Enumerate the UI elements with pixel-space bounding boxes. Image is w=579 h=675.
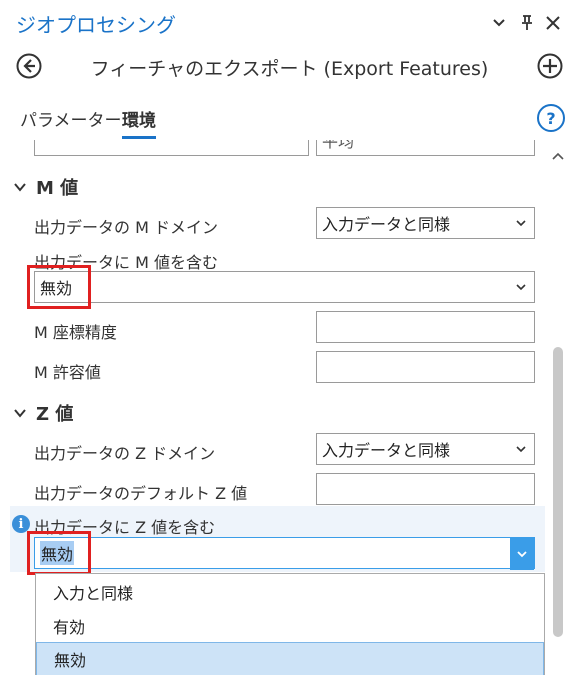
m-domain-label: 出力データの M ドメイン: [34, 218, 218, 237]
pane-titlebar: ジオプロセシング: [0, 0, 579, 44]
dropdown-option-disabled[interactable]: 無効: [36, 642, 544, 675]
m-tolerance-input[interactable]: [316, 351, 535, 383]
collapse-chevron-icon: [14, 409, 26, 418]
z-section-header[interactable]: Z 値: [14, 400, 73, 426]
m-domain-select[interactable]: 入力データと同様: [316, 207, 535, 239]
partial-field-right[interactable]: 平均: [316, 140, 535, 156]
scrollbar[interactable]: [548, 140, 568, 675]
dropdown-arrow-icon: [517, 551, 527, 558]
z-include-dropdown-list: 入力と同様 有効 無効: [35, 573, 545, 675]
partial-field-text: 平均: [322, 140, 355, 151]
dropdown-option-enabled[interactable]: 有効: [36, 609, 544, 643]
dropdown-option-same-as-input[interactable]: 入力と同様: [36, 575, 544, 609]
menu-chevron-icon[interactable]: [488, 12, 510, 34]
tool-header: フィーチャのエクスポート (Export Features): [0, 48, 579, 88]
m-resolution-input[interactable]: [316, 311, 535, 343]
dropdown-arrow-icon: [516, 284, 526, 291]
collapse-chevron-icon: [14, 183, 26, 192]
z-domain-select[interactable]: 入力データと同様: [316, 433, 535, 465]
m-include-select[interactable]: 無効: [34, 271, 535, 303]
scroll-thumb[interactable]: [553, 347, 563, 637]
dropdown-arrow-icon: [516, 220, 526, 227]
m-section-header[interactable]: M 値: [14, 174, 78, 200]
tab-bar: パラメーター 環境 ?: [0, 100, 579, 140]
environment-content: 平均 M 値 出力データの M ドメイン 入力データと同様 出力データに M 値…: [10, 140, 545, 675]
partial-field-left[interactable]: [34, 140, 309, 156]
dropdown-button[interactable]: [510, 538, 534, 570]
z-default-input[interactable]: [316, 473, 535, 505]
tab-environments[interactable]: 環境: [122, 106, 156, 139]
tool-title: フィーチャのエクスポート (Export Features): [90, 58, 489, 80]
m-domain-value: 入力データと同様: [322, 215, 451, 234]
m-resolution-label: M 座標精度: [34, 323, 117, 342]
z-include-select[interactable]: 無効: [34, 537, 535, 570]
scroll-up-icon[interactable]: [551, 150, 565, 164]
m-section-title: M 値: [36, 178, 79, 199]
z-section-title: Z 値: [36, 404, 74, 425]
z-domain-value: 入力データと同様: [322, 441, 451, 460]
close-icon[interactable]: [542, 12, 564, 34]
tab-parameters[interactable]: パラメーター: [20, 106, 122, 131]
pane-title: ジオプロセシング: [16, 13, 176, 37]
help-icon[interactable]: ?: [537, 104, 565, 132]
add-icon[interactable]: [537, 53, 563, 79]
z-include-highlight: [27, 531, 91, 575]
m-tolerance-label: M 許容値: [34, 363, 101, 382]
pin-icon[interactable]: [516, 12, 538, 34]
z-domain-label: 出力データの Z ドメイン: [34, 444, 216, 463]
m-include-highlight: [27, 265, 91, 309]
z-default-label: 出力データのデフォルト Z 値: [34, 484, 248, 503]
dropdown-arrow-icon: [516, 446, 526, 453]
back-icon[interactable]: [16, 53, 42, 79]
